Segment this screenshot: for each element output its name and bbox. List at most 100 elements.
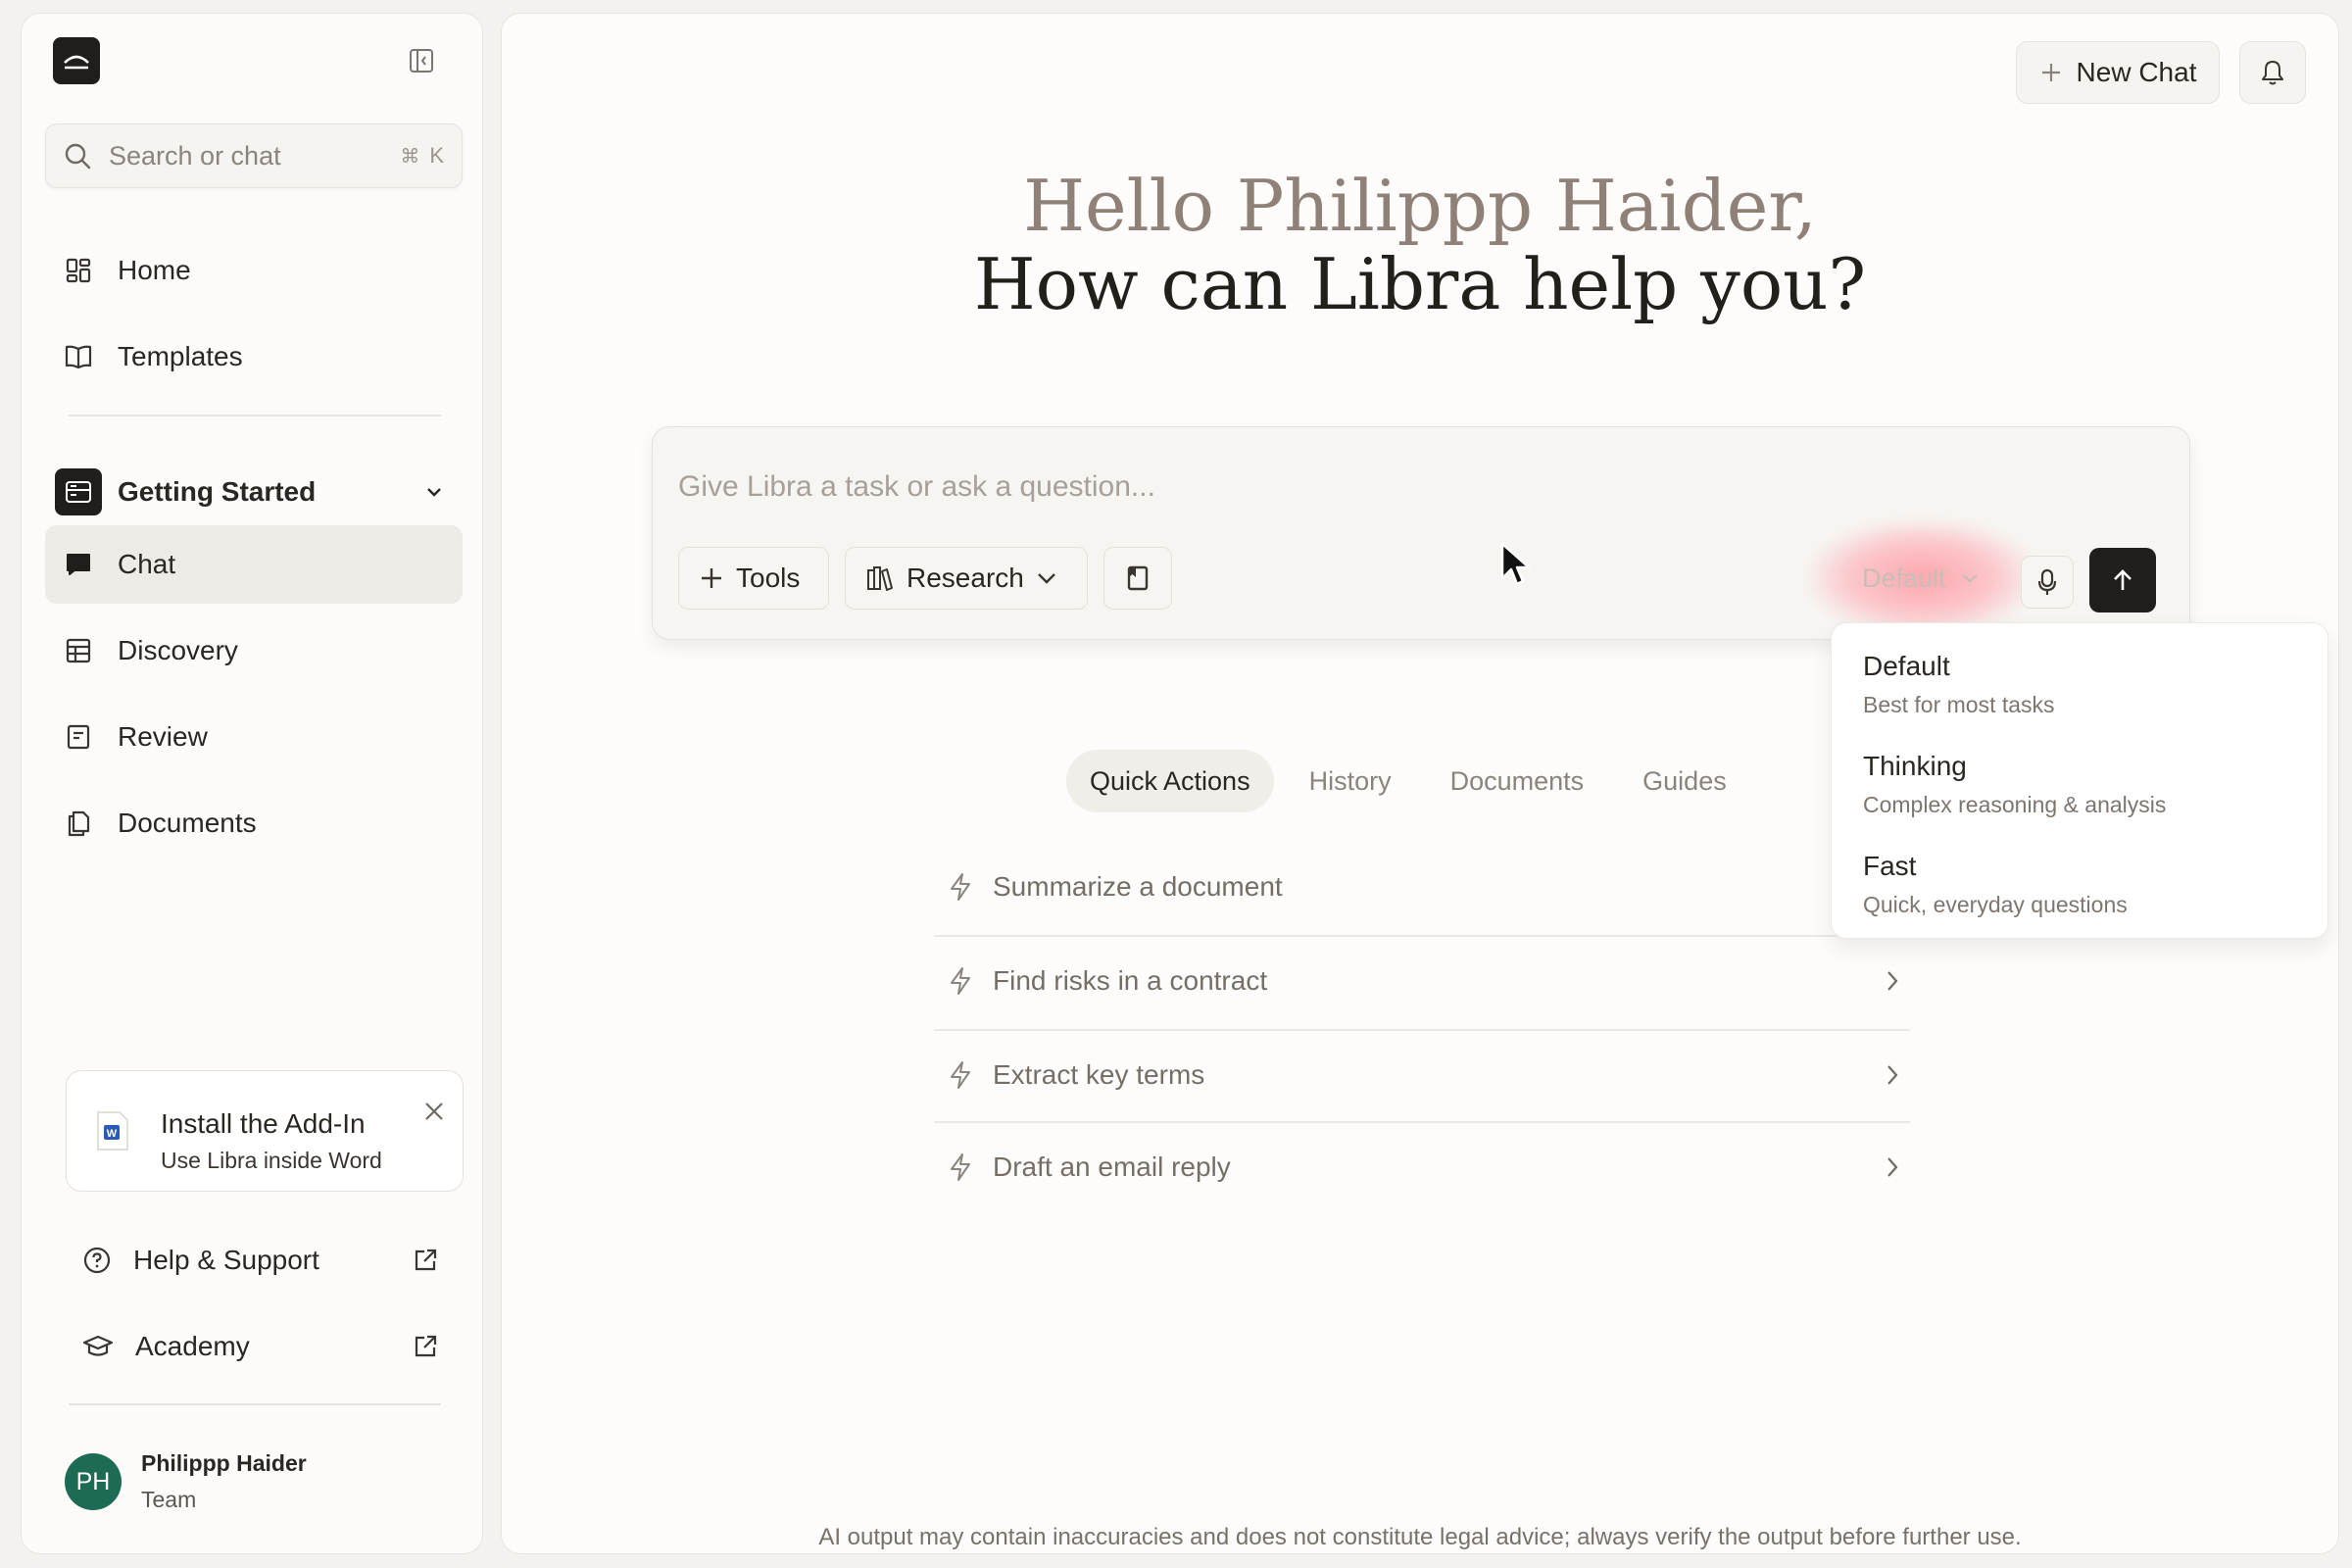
server-icon <box>55 468 102 515</box>
new-chat-label: New Chat <box>2076 57 2197 87</box>
project-name: Getting Started <box>118 476 317 507</box>
tools-label: Tools <box>736 563 801 593</box>
tab-quick-actions[interactable]: Quick Actions <box>1066 750 1274 812</box>
sidebar-item-chat[interactable]: Chat <box>45 525 463 604</box>
quick-action-item[interactable]: Draft an email reply <box>934 1120 1910 1214</box>
microphone-icon <box>2037 568 2057 595</box>
model-option-description: Quick, everyday questions <box>1863 892 2128 917</box>
book-icon <box>63 341 94 372</box>
tab-documents[interactable]: Documents <box>1427 750 1608 812</box>
send-button[interactable] <box>2089 548 2156 612</box>
help-support-link[interactable]: Help & Support <box>45 1225 463 1296</box>
tab-guides[interactable]: Guides <box>1619 750 1750 812</box>
academy-link[interactable]: Academy <box>45 1311 463 1382</box>
quick-action-label: Extract key terms <box>993 1059 1205 1090</box>
sidebar-item-review[interactable]: Review <box>45 698 463 776</box>
model-select-wrap: Default <box>1809 521 2034 634</box>
lightning-icon <box>951 873 970 901</box>
notifications-button[interactable] <box>2239 41 2306 104</box>
chevron-right-icon <box>1887 1157 1898 1177</box>
addin-subtitle: Use Libra inside Word <box>161 1148 382 1173</box>
model-option-title: Thinking <box>1863 751 1967 781</box>
sidebar-item-documents[interactable]: Documents <box>45 784 463 862</box>
sidebar-item-label: Discovery <box>118 635 238 665</box>
chevron-down-icon <box>1961 574 1978 583</box>
tab-history[interactable]: History <box>1286 750 1415 812</box>
model-select-label: Default <box>1862 563 1946 593</box>
sidebar-item-discovery[interactable]: Discovery <box>45 612 463 690</box>
help-support-label: Help & Support <box>133 1245 319 1275</box>
arrow-up-icon <box>2114 569 2132 590</box>
model-option-fast[interactable]: Fast Quick, everyday questions <box>1863 851 2128 918</box>
attach-document-button[interactable] <box>1103 547 1172 610</box>
quick-action-label: Find risks in a contract <box>993 965 1268 996</box>
k-key: K <box>429 143 444 168</box>
sidebar: Search or chat ⌘ K Home Templates Gettin… <box>21 13 483 1554</box>
greeting-line-1: Hello Philippp Haider, <box>1023 165 1817 247</box>
quick-action-item[interactable]: Extract key terms <box>934 1028 1910 1122</box>
help-circle-icon <box>82 1246 112 1275</box>
user-name: Philippp Haider <box>141 1450 307 1476</box>
avatar: PH <box>65 1453 122 1510</box>
lightning-icon <box>951 1061 970 1089</box>
model-select-button[interactable]: Default <box>1829 531 2015 625</box>
model-option-thinking[interactable]: Thinking Complex reasoning & analysis <box>1863 751 2166 818</box>
tab-bar: Quick Actions History Documents Guides <box>1066 750 1762 812</box>
sidebar-item-label: Chat <box>118 549 176 579</box>
addin-banner[interactable]: W Install the Add-In Use Libra inside Wo… <box>66 1070 464 1192</box>
command-key: ⌘ <box>400 145 420 168</box>
model-option-title: Fast <box>1863 851 1917 881</box>
search-placeholder: Search or chat <box>109 140 281 171</box>
collapse-sidebar-button[interactable] <box>406 45 437 76</box>
chat-composer[interactable]: Give Libra a task or ask a question... T… <box>652 426 2190 640</box>
quick-action-item[interactable]: Summarize a document <box>934 840 1910 934</box>
lightning-icon <box>951 1153 970 1181</box>
chevron-right-icon <box>1887 1065 1898 1085</box>
sidebar-item-home[interactable]: Home <box>45 231 463 310</box>
document-icon <box>1127 565 1149 591</box>
model-option-default[interactable]: Default Best for most tasks <box>1863 651 2055 718</box>
project-selector[interactable]: Getting Started <box>45 457 463 527</box>
libra-logo[interactable] <box>53 37 100 84</box>
sidebar-divider <box>69 415 441 416</box>
files-icon <box>63 808 94 839</box>
search-icon <box>65 143 91 170</box>
academy-label: Academy <box>135 1331 250 1361</box>
close-icon[interactable] <box>423 1101 445 1122</box>
plus-icon <box>2041 64 2060 81</box>
research-button[interactable]: Research <box>845 547 1088 610</box>
chevron-down-icon <box>425 486 443 498</box>
external-link-icon <box>412 1333 439 1360</box>
chat-bubble-icon <box>63 549 94 580</box>
table-icon <box>63 635 94 666</box>
search-input[interactable]: Search or chat ⌘ K <box>45 123 463 188</box>
sidebar-item-templates[interactable]: Templates <box>45 318 463 396</box>
new-chat-button[interactable]: New Chat <box>2016 41 2220 104</box>
grid-icon <box>63 255 94 286</box>
sidebar-item-label: Home <box>118 255 191 285</box>
sidebar-divider <box>69 1403 441 1405</box>
sidebar-item-label: Documents <box>118 808 257 838</box>
addin-title: Install the Add-In <box>161 1108 366 1139</box>
quick-action-label: Draft an email reply <box>993 1152 1231 1182</box>
tools-button[interactable]: Tools <box>678 547 829 610</box>
external-link-icon <box>412 1247 439 1274</box>
user-role: Team <box>141 1487 197 1512</box>
word-letter: W <box>107 1128 118 1140</box>
sidebar-toggle-icon <box>410 49 433 73</box>
microphone-button[interactable] <box>2021 556 2074 609</box>
search-shortcut: ⌘ K <box>400 143 444 169</box>
word-icon: W <box>96 1110 129 1152</box>
bell-icon <box>2262 61 2283 85</box>
model-option-description: Complex reasoning & analysis <box>1863 792 2167 817</box>
quick-action-item[interactable]: Find risks in a contract <box>934 934 1910 1028</box>
chevron-right-icon <box>1887 971 1898 991</box>
mouse-cursor-icon <box>1500 542 1531 586</box>
chevron-down-icon <box>1037 573 1055 584</box>
review-doc-icon <box>63 721 94 753</box>
composer-input[interactable]: Give Libra a task or ask a question... <box>678 470 1155 504</box>
sidebar-item-label: Review <box>118 721 208 752</box>
ai-disclaimer: AI output may contain inaccuracies and d… <box>818 1524 2022 1550</box>
greeting-line-2: How can Libra help you? <box>973 243 1867 325</box>
user-profile[interactable]: PH Philippp Haider Team <box>65 1450 307 1513</box>
